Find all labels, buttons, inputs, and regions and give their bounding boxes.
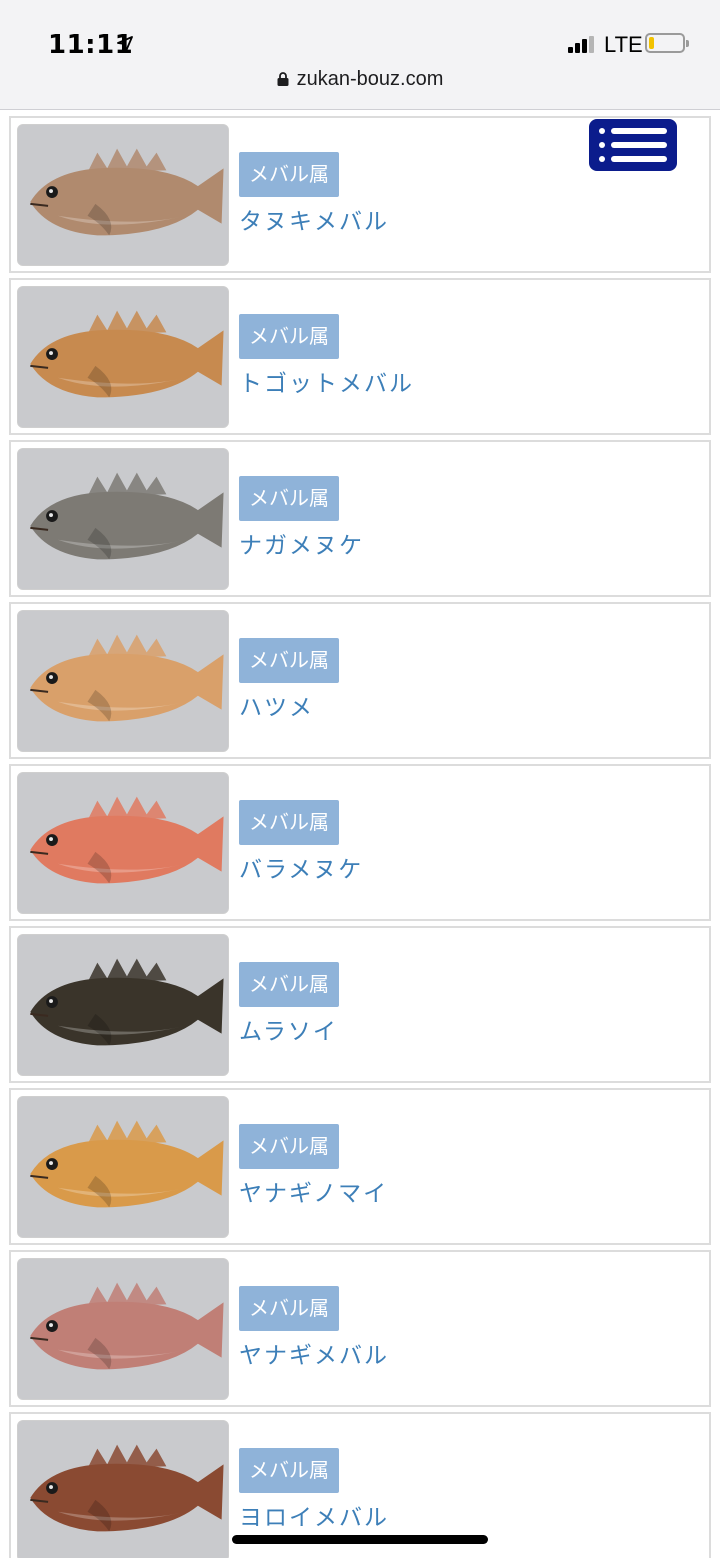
fish-thumbnail[interactable] bbox=[17, 610, 229, 752]
genus-badge[interactable]: メバル属 bbox=[239, 638, 339, 683]
browser-top-bar: 11:11 LTE zukan-bouz.com bbox=[0, 0, 720, 110]
species-link[interactable]: ムラソイ bbox=[239, 1012, 338, 1046]
list-item[interactable]: メバル属 ヤナギノマイ bbox=[9, 1088, 711, 1245]
fish-thumbnail[interactable] bbox=[17, 448, 229, 590]
list-item[interactable]: メバル属 ヤナギメバル bbox=[9, 1250, 711, 1407]
fish-thumbnail[interactable] bbox=[17, 286, 229, 428]
list-item[interactable]: メバル属 ハツメ bbox=[9, 602, 711, 759]
url-text: zukan-bouz.com bbox=[296, 68, 444, 90]
fish-thumbnail[interactable] bbox=[17, 772, 229, 914]
species-link[interactable]: バラメヌケ bbox=[239, 850, 363, 884]
genus-badge[interactable]: メバル属 bbox=[239, 1286, 339, 1331]
list-item[interactable]: メバル属 ムラソイ bbox=[9, 926, 711, 1083]
address-bar[interactable]: zukan-bouz.com bbox=[0, 68, 720, 91]
species-link[interactable]: ヨロイメバル bbox=[239, 1498, 389, 1532]
home-indicator[interactable] bbox=[232, 1535, 488, 1544]
species-link[interactable]: ハツメ bbox=[239, 688, 314, 722]
carrier-label: LTE bbox=[604, 32, 643, 57]
species-link[interactable]: タヌキメバル bbox=[239, 202, 389, 236]
genus-badge[interactable]: メバル属 bbox=[239, 1124, 339, 1169]
location-arrow-icon bbox=[117, 36, 133, 52]
battery-icon bbox=[645, 33, 689, 53]
hamburger-list-icon bbox=[599, 128, 667, 134]
genus-badge[interactable]: メバル属 bbox=[239, 152, 339, 197]
fish-thumbnail[interactable] bbox=[17, 124, 229, 266]
list-item[interactable]: メバル属 バラメヌケ bbox=[9, 764, 711, 921]
fish-thumbnail[interactable] bbox=[17, 1420, 229, 1558]
fish-thumbnail[interactable] bbox=[17, 1258, 229, 1400]
genus-badge[interactable]: メバル属 bbox=[239, 962, 339, 1007]
species-link[interactable]: ナガメヌケ bbox=[239, 526, 364, 560]
fish-thumbnail[interactable] bbox=[17, 934, 229, 1076]
list-item[interactable]: メバル属 ナガメヌケ bbox=[9, 440, 711, 597]
menu-button[interactable] bbox=[589, 119, 677, 171]
species-link[interactable]: ヤナギノマイ bbox=[239, 1174, 388, 1208]
genus-badge[interactable]: メバル属 bbox=[239, 314, 339, 359]
signal-icon bbox=[568, 36, 594, 53]
fish-list: メバル属 タヌキメバル メバル属 トゴットメバル メバル属 ナガメヌケ メバル属… bbox=[9, 116, 711, 1558]
lock-icon bbox=[277, 72, 289, 86]
list-item[interactable]: メバル属 トゴットメバル bbox=[9, 278, 711, 435]
genus-badge[interactable]: メバル属 bbox=[239, 1448, 339, 1493]
fish-thumbnail[interactable] bbox=[17, 1096, 229, 1238]
genus-badge[interactable]: メバル属 bbox=[239, 800, 339, 845]
genus-badge[interactable]: メバル属 bbox=[239, 476, 339, 521]
species-link[interactable]: トゴットメバル bbox=[239, 364, 414, 398]
species-link[interactable]: ヤナギメバル bbox=[239, 1336, 389, 1370]
